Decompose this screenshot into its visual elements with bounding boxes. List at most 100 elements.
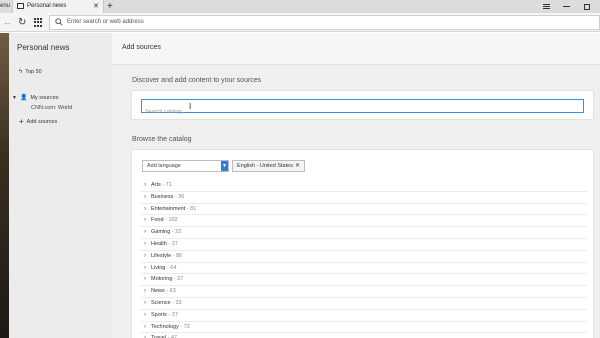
tab-bar: enu Personal news ✕ +	[0, 0, 600, 13]
page-title: Add sources	[122, 44, 161, 51]
chevron-right-icon: ›	[144, 240, 146, 247]
category-row[interactable]: › Lifestyle - 86	[140, 251, 587, 263]
chevron-right-icon: ›	[144, 252, 146, 259]
category-label: Arts - 71	[151, 182, 172, 188]
person-icon: 👤	[19, 95, 28, 101]
chevron-right-icon: ›	[144, 288, 146, 295]
category-row[interactable]: › Science - 33	[140, 298, 587, 310]
category-label: Science - 33	[151, 299, 182, 306]
category-label: Technology - 72	[151, 323, 190, 330]
add-language-label: Add language	[147, 163, 181, 169]
category-count: 102	[168, 217, 178, 224]
category-count: 27	[177, 276, 184, 283]
address-bar: ← ↻ Enter search or web address	[0, 13, 600, 32]
category-row[interactable]: › Travel - 47	[140, 333, 587, 338]
category-name: Science	[151, 299, 171, 306]
sidebar-item-my-sources[interactable]: ▼ 👤 My sources	[12, 94, 59, 102]
category-label: Entertainment - 81	[151, 205, 197, 212]
language-chip-label: English - United States	[237, 163, 293, 169]
plus-icon: +	[19, 117, 24, 126]
category-label: Health - 37	[151, 240, 178, 247]
desktop-background-strip	[0, 33, 9, 338]
chevron-right-icon: ›	[144, 333, 146, 338]
search-icon	[55, 18, 63, 26]
news-icon	[17, 3, 24, 9]
category-row[interactable]: › Health - 37	[140, 239, 587, 251]
category-count: 22	[175, 229, 182, 236]
category-row[interactable]: › Entertainment - 81	[140, 204, 587, 216]
category-name: Motoring	[151, 276, 173, 283]
search-catalog-field[interactable]: I	[141, 99, 584, 118]
category-row[interactable]: › Arts - 71	[140, 180, 587, 192]
browse-section-title: Browse the catalog	[132, 136, 192, 143]
category-label: News - 63	[151, 288, 176, 295]
category-name: Sports	[151, 311, 167, 318]
category-row[interactable]: › Living - 64	[140, 263, 587, 275]
lightning-icon: ϟ	[19, 69, 23, 75]
category-count: 64	[170, 264, 177, 271]
sidebar-item-top50[interactable]: ϟ Top 50	[19, 69, 42, 75]
category-name: Business	[151, 193, 174, 200]
back-arrow-icon[interactable]: ←	[3, 16, 12, 29]
collapse-triangle-icon: ▼	[12, 94, 17, 101]
category-count: 63	[169, 288, 176, 295]
category-count: 37	[171, 240, 178, 247]
category-name: Gaming	[151, 229, 171, 236]
apps-grid-icon[interactable]	[34, 18, 43, 27]
chevron-right-icon: ›	[144, 205, 146, 212]
new-tab-button[interactable]: +	[107, 0, 113, 13]
hamburger-menu-icon[interactable]	[536, 0, 556, 13]
url-placeholder: Enter search or web address	[67, 19, 144, 25]
category-name: Lifestyle	[151, 252, 172, 259]
search-input[interactable]	[142, 106, 583, 118]
chevron-right-icon: ›	[144, 229, 146, 236]
tab-close-icon[interactable]: ✕	[93, 0, 99, 13]
remove-language-icon[interactable]: ✕	[295, 161, 300, 172]
category-count: 81	[190, 205, 197, 212]
category-label: Gaming - 22	[151, 229, 182, 236]
category-label: Lifestyle - 86	[151, 252, 183, 259]
discover-section-title: Discover and add content to your sources	[132, 77, 262, 84]
sidebar: Personal news ϟ Top 50 ▼ 👤 My sources CN…	[9, 33, 112, 338]
search-card: I	[131, 90, 594, 120]
url-field[interactable]: Enter search or web address	[49, 15, 600, 30]
chevron-right-icon: ›	[144, 276, 146, 283]
catalog-card: Add language ▼ English - United States ✕…	[131, 149, 594, 338]
category-label: Food - 102	[151, 217, 178, 224]
category-count: 86	[176, 252, 183, 259]
language-chip: English - United States ✕	[232, 160, 305, 172]
add-language-dropdown[interactable]: Add language ▼	[142, 160, 229, 172]
category-label: Living - 64	[151, 264, 177, 271]
chevron-down-icon[interactable]: ▼	[221, 161, 228, 171]
category-label: Sports - 37	[151, 311, 178, 318]
tab-personal-news[interactable]: Personal news ✕	[12, 0, 104, 13]
category-list: › Arts - 71 › Business - 36 › Entertainment -…	[132, 180, 595, 338]
minimize-icon[interactable]	[556, 0, 576, 13]
menu-stub-label[interactable]: enu	[0, 0, 12, 13]
category-name: Arts	[151, 182, 161, 188]
category-name: News	[151, 288, 165, 295]
category-label: Travel - 47	[151, 333, 177, 338]
chevron-right-icon: ›	[144, 182, 146, 188]
sidebar-title: Personal news	[17, 43, 70, 52]
category-count: 72	[183, 323, 190, 330]
maximize-icon[interactable]	[577, 0, 597, 13]
category-row[interactable]: › Business - 36	[140, 192, 587, 204]
sidebar-item-add-sources[interactable]: + Add sources	[19, 117, 57, 126]
category-row[interactable]: › Motoring - 27	[140, 274, 587, 287]
chevron-right-icon: ›	[144, 193, 146, 200]
sidebar-item-label: Add sources	[26, 118, 58, 125]
chevron-right-icon: ›	[144, 311, 146, 318]
category-label: Motoring - 27	[151, 276, 184, 283]
sidebar-item-cnn-world[interactable]: CNN.com: World	[31, 105, 72, 111]
category-row[interactable]: › Technology - 72	[140, 322, 587, 334]
reload-icon[interactable]: ↻	[18, 16, 28, 29]
category-row[interactable]: › Sports - 37	[140, 310, 587, 322]
category-name: Technology	[151, 323, 179, 330]
category-row[interactable]: › Food - 102	[140, 215, 587, 228]
main-content: Add sources Discover and add content to …	[112, 33, 600, 338]
category-row[interactable]: › Gaming - 22	[140, 227, 587, 239]
chevron-right-icon: ›	[144, 323, 146, 330]
category-name: Entertainment	[151, 205, 186, 212]
category-row[interactable]: › News - 63	[140, 286, 587, 298]
